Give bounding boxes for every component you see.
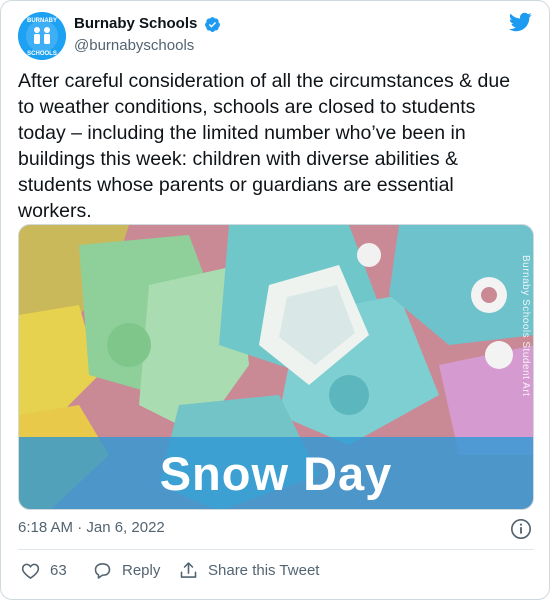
- reply-icon: [94, 562, 111, 579]
- avatar-logo: BURNABY SCHOOLS: [18, 12, 66, 60]
- like-button[interactable]: 63: [20, 558, 67, 582]
- info-icon[interactable]: [510, 518, 532, 540]
- avatar-text-top: BURNABY: [27, 18, 57, 24]
- snow-day-title: Snow Day: [159, 447, 393, 500]
- handle[interactable]: @burnabyschools: [74, 36, 221, 56]
- tweet-header: BURNABY SCHOOLS Burnaby Schools @burnaby…: [18, 10, 540, 60]
- image-credit: Burnaby Schools Student Art: [520, 255, 531, 397]
- share-icon: [180, 561, 197, 578]
- avatar[interactable]: BURNABY SCHOOLS: [18, 12, 66, 60]
- like-count: 63: [50, 561, 67, 579]
- share-button[interactable]: Share this Tweet: [178, 558, 319, 582]
- tweet-text: After careful consideration of all the c…: [18, 70, 511, 222]
- author-names: Burnaby Schools @burnabyschools: [74, 14, 221, 56]
- avatar-text-bottom: SCHOOLS: [27, 51, 57, 57]
- twitter-bird-icon[interactable]: [508, 10, 532, 34]
- tweet-media-image[interactable]: Snow Day Burnaby Schools Student Art: [18, 224, 534, 510]
- tweet-actions: 63 Reply Share this Tweet: [18, 558, 534, 582]
- share-label: Share this Tweet: [208, 561, 320, 579]
- reply-button[interactable]: Reply: [92, 558, 160, 582]
- display-name[interactable]: Burnaby Schools: [74, 14, 197, 34]
- reply-label: Reply: [122, 561, 161, 579]
- tweet-timestamp[interactable]: 6:18 AM · Jan 6, 2022: [18, 518, 165, 538]
- verified-badge-icon: [204, 16, 220, 32]
- heart-icon: [21, 563, 40, 579]
- divider: [18, 549, 534, 550]
